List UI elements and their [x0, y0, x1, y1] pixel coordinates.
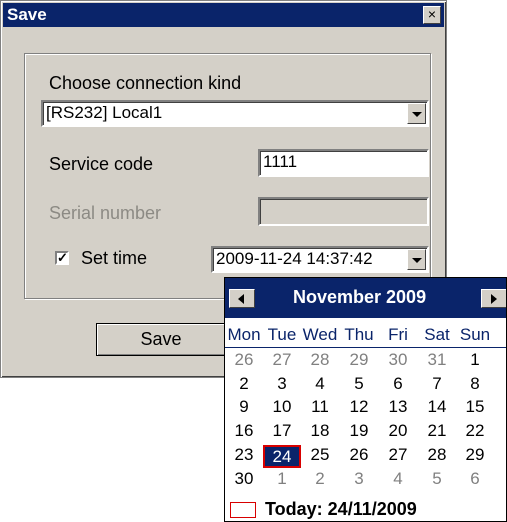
save-button[interactable]: Save: [96, 323, 226, 356]
day-cell[interactable]: 30: [225, 469, 263, 492]
calendar-month-title: November 2009: [293, 287, 427, 307]
calendar-popup: November 2009 Mon Tue Wed Thu Fri Sat Sun 26 27…: [224, 277, 507, 522]
day-cell[interactable]: 22: [456, 421, 494, 444]
day-cell[interactable]: 9: [225, 397, 263, 420]
chevron-down-icon[interactable]: [407, 249, 426, 270]
day-cell[interactable]: 6: [379, 374, 417, 397]
weekday-label: Thu: [344, 325, 374, 344]
weekday-label: Wed: [302, 325, 338, 344]
weekday-label: Sun: [459, 325, 491, 344]
day-cell[interactable]: 8: [456, 374, 494, 397]
day-cell[interactable]: 10: [263, 397, 301, 420]
day-cell[interactable]: 25: [301, 445, 339, 468]
day-cell[interactable]: 4: [301, 374, 339, 397]
day-cell[interactable]: 4: [379, 469, 417, 492]
weekday-label: Sat: [424, 325, 450, 344]
day-cell[interactable]: 21: [418, 421, 456, 444]
day-cell[interactable]: 7: [418, 374, 456, 397]
today-marker: [230, 502, 256, 518]
day-cell[interactable]: 2: [225, 374, 263, 397]
connection-kind-select[interactable]: [RS232] Local1: [41, 100, 429, 127]
dialog-title: Save: [7, 5, 47, 24]
chevron-down-icon[interactable]: [407, 103, 426, 124]
close-icon[interactable]: ×: [423, 6, 441, 24]
day-cell[interactable]: 6: [456, 469, 494, 492]
day-cell[interactable]: 23: [225, 445, 263, 468]
day-cell[interactable]: 1: [456, 350, 494, 373]
serial-number-input: [258, 197, 429, 226]
dialog-titlebar: Save ×: [3, 3, 444, 27]
service-code-label: Service code: [49, 154, 154, 174]
weekday-divider: [225, 347, 506, 348]
weekday-header-row: Mon Tue Wed Thu Fri Sat Sun: [225, 325, 506, 347]
day-cell[interactable]: 31: [418, 350, 456, 373]
day-cell[interactable]: 11: [301, 397, 339, 420]
day-cell[interactable]: 18: [301, 421, 339, 444]
datetime-value: 2009-11-24 14:37:42: [216, 249, 373, 268]
day-cell[interactable]: 26: [340, 445, 378, 468]
service-code-input[interactable]: 1111: [258, 149, 429, 177]
day-cell[interactable]: 28: [418, 445, 456, 468]
day-cell[interactable]: 15: [456, 397, 494, 420]
day-cell[interactable]: 29: [456, 445, 494, 468]
datetime-picker[interactable]: 2009-11-24 14:37:42: [211, 246, 429, 273]
day-cell[interactable]: 3: [340, 469, 378, 492]
day-cell[interactable]: 30: [379, 350, 417, 373]
day-cell[interactable]: 16: [225, 421, 263, 444]
day-cell[interactable]: 3: [263, 374, 301, 397]
weekday-label: Fri: [388, 325, 408, 344]
selected-day-cell[interactable]: 24: [263, 445, 301, 468]
checkmark-icon: ✓: [57, 250, 68, 265]
serial-number-label: Serial number: [49, 203, 162, 223]
weekday-label: Mon: [227, 325, 261, 344]
today-link[interactable]: Today: 24/11/2009: [265, 499, 417, 520]
day-cell[interactable]: 2: [301, 469, 339, 492]
day-cell[interactable]: 29: [340, 350, 378, 373]
day-cell[interactable]: 13: [379, 397, 417, 420]
day-cell[interactable]: 26: [225, 350, 263, 373]
connection-kind-value: [RS232] Local1: [46, 103, 163, 122]
weekday-label: Tue: [267, 325, 297, 344]
service-code-value: 1111: [263, 152, 298, 171]
day-cell[interactable]: 5: [340, 374, 378, 397]
day-cell[interactable]: 19: [340, 421, 378, 444]
day-cell[interactable]: 20: [379, 421, 417, 444]
day-cell[interactable]: 17: [263, 421, 301, 444]
day-cell[interactable]: 14: [418, 397, 456, 420]
day-cell[interactable]: 5: [418, 469, 456, 492]
calendar-header: November 2009: [225, 278, 506, 318]
set-time-label: Set time: [81, 248, 148, 268]
day-cell[interactable]: 28: [301, 350, 339, 373]
set-time-checkbox[interactable]: ✓: [55, 251, 69, 265]
day-cell[interactable]: 27: [379, 445, 417, 468]
connection-kind-label: Choose connection kind: [49, 73, 242, 93]
day-cell[interactable]: 27: [263, 350, 301, 373]
previous-month-icon[interactable]: [229, 289, 255, 308]
next-month-icon[interactable]: [481, 289, 506, 308]
day-cell[interactable]: 1: [263, 469, 301, 492]
day-cell[interactable]: 12: [340, 397, 378, 420]
